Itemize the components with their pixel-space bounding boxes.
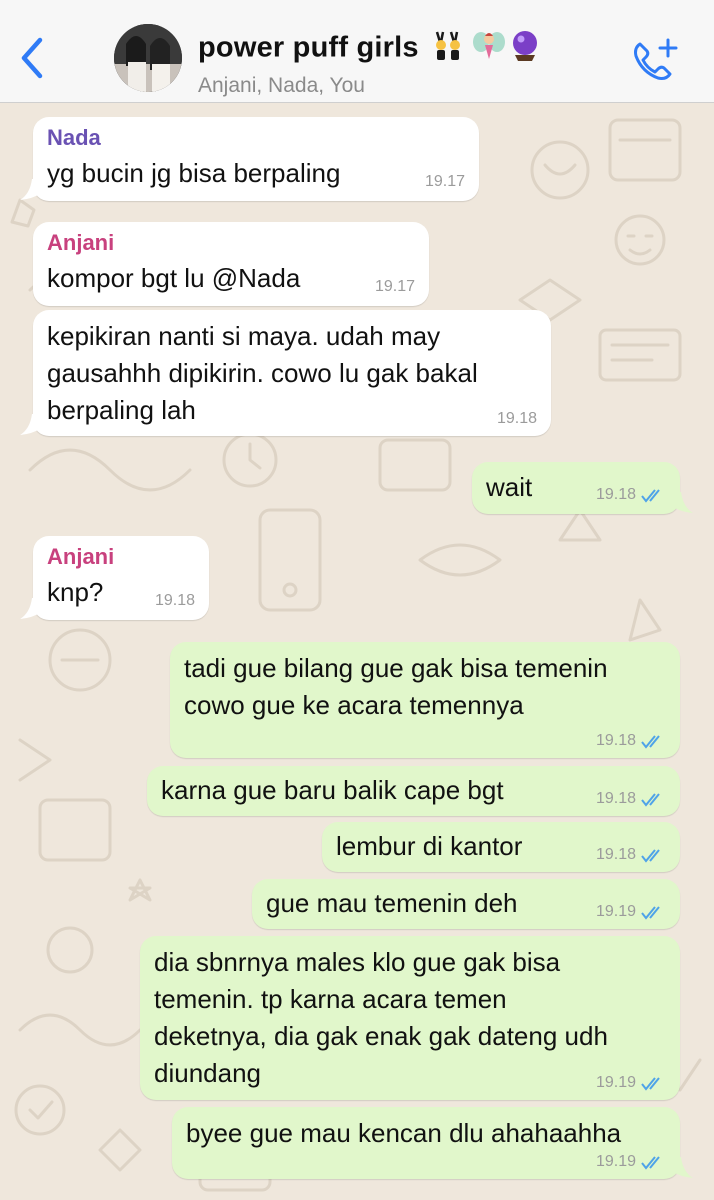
chat-header: power puff girls Anjani, Nada, You (0, 0, 714, 103)
message-time: 19.18 (496, 410, 537, 427)
bunny-ears-emoji-icon (435, 31, 460, 60)
bubble-tail-icon (671, 492, 693, 513)
group-avatar[interactable] (114, 24, 182, 92)
message-text: kepikiran nanti si maya. udah may gausah… (47, 321, 478, 425)
chat-participants[interactable]: Anjani, Nada, You (198, 74, 618, 98)
message-text: knp? (47, 577, 104, 607)
title-emojis (433, 28, 545, 70)
message-text: karna gue baru balik cape bgt (161, 775, 504, 805)
message-time: 19.17 (374, 278, 415, 295)
message-bubble-outgoing[interactable]: karna gue baru balik cape bgt 19.18 (147, 766, 680, 816)
sender-name: Nada (47, 125, 101, 150)
chat-title[interactable]: power puff girls (198, 28, 618, 70)
back-button[interactable] (14, 30, 54, 80)
bubble-tail-icon (20, 414, 42, 435)
message-text: dia sbnrnya males klo gue gak bisa temen… (154, 947, 608, 1088)
message-bubble-outgoing[interactable]: gue mau temenin deh 19.19 (252, 879, 680, 929)
read-ticks-icon (641, 735, 660, 749)
add-call-icon (634, 38, 678, 80)
add-call-button[interactable] (630, 38, 680, 82)
message-list[interactable]: Nada yg bucin jg bisa berpaling 19.17 An… (0, 102, 714, 1200)
message-text: wait (486, 472, 533, 502)
message-bubble-outgoing[interactable]: byee gue mau kencan dlu ahahaahha 19.19 (172, 1107, 693, 1179)
read-ticks-icon (641, 489, 660, 503)
message-time: 19.18 (154, 592, 195, 609)
read-ticks-icon (641, 849, 660, 863)
bubble-tail-icon (20, 598, 42, 619)
message-time: 19.18 (595, 486, 636, 503)
message-time: 19.19 (595, 1153, 636, 1170)
chat-title-text: power puff girls (198, 31, 419, 64)
bubble-tail-icon (20, 179, 42, 200)
fairy-emoji-icon (472, 32, 505, 59)
message-bubble-outgoing[interactable]: dia sbnrnya males klo gue gak bisa temen… (140, 936, 680, 1100)
message-text: byee gue mau kencan dlu ahahaahha (186, 1118, 622, 1148)
message-text: kompor bgt lu @Nada (47, 263, 301, 293)
read-ticks-icon (641, 906, 660, 920)
message-text: lembur di kantor (336, 831, 523, 861)
message-bubble-outgoing[interactable]: lembur di kantor 19.18 (322, 822, 680, 872)
message-bubble-incoming[interactable]: kepikiran nanti si maya. udah may gausah… (20, 310, 551, 436)
read-ticks-icon (641, 1077, 660, 1091)
group-photo (114, 24, 182, 92)
read-ticks-icon (641, 793, 660, 807)
message-time: 19.18 (595, 846, 636, 863)
message-time: 19.19 (595, 903, 636, 920)
message-time: 19.19 (595, 1074, 636, 1091)
message-text: yg bucin jg bisa berpaling (47, 158, 341, 188)
message-time: 19.17 (424, 173, 465, 190)
chevron-left-icon (21, 37, 43, 79)
message-bubble-incoming[interactable]: Anjani kompor bgt lu @Nada 19.17 (33, 222, 429, 306)
bubble-tail-icon (671, 1157, 693, 1178)
title-emoji-icons (435, 31, 537, 61)
message-text: gue mau temenin deh (266, 888, 518, 918)
message-bubble-incoming[interactable]: Nada yg bucin jg bisa berpaling 19.17 (20, 117, 479, 201)
message-bubble-outgoing[interactable]: tadi gue bilang gue gak bisa temenin cow… (170, 642, 680, 758)
sender-name: Anjani (47, 544, 115, 569)
read-ticks-icon (641, 1156, 660, 1170)
message-text: tadi gue bilang gue gak bisa temenin cow… (184, 653, 608, 720)
message-bubble-outgoing[interactable]: wait 19.18 (472, 462, 693, 514)
message-bubble-incoming[interactable]: Anjani knp? 19.18 (20, 536, 209, 620)
crystal-ball-emoji-icon (512, 31, 537, 61)
message-time: 19.18 (595, 732, 636, 749)
sender-name: Anjani (47, 230, 115, 255)
message-time: 19.18 (595, 790, 636, 807)
